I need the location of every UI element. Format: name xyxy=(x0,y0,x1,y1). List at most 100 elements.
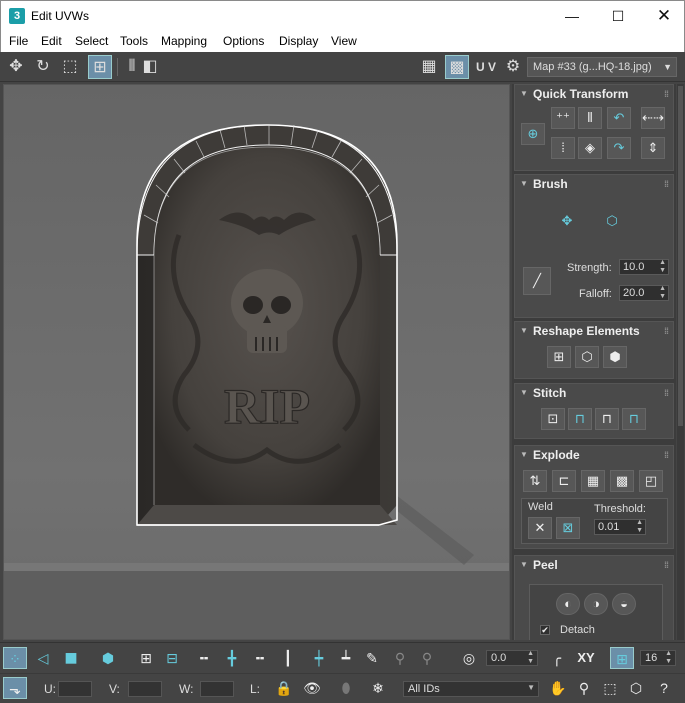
stitch-to-target-icon[interactable]: ⊓ xyxy=(568,408,592,430)
lock-icon[interactable]: 🔒 xyxy=(272,677,296,699)
relax-until-flat-icon[interactable]: ⬡ xyxy=(575,346,599,368)
pivot-icon[interactable]: ⊕ xyxy=(521,123,545,145)
grip-icon[interactable]: ⁞⁞ xyxy=(664,175,669,193)
rotate-angle-icon[interactable]: ◎ xyxy=(457,647,481,669)
soft-selection-icon[interactable]: ╭ xyxy=(545,647,569,669)
grow-loop-icon[interactable]: ╋ xyxy=(220,647,244,669)
freeze-icon[interactable]: ❄ xyxy=(366,677,390,699)
menu-options[interactable]: Options xyxy=(223,34,264,48)
rollout-header[interactable]: Peel ⁞⁞ xyxy=(515,556,673,574)
unhide-icon[interactable]: ⬮ xyxy=(334,677,358,699)
map-selector[interactable]: Map #33 (g...HQ-18.jpg) ▼ xyxy=(527,57,677,77)
menu-display[interactable]: Display xyxy=(279,34,318,48)
menu-select[interactable]: Select xyxy=(75,34,108,48)
flatten-by-smoothing-icon[interactable]: ▩ xyxy=(610,470,634,492)
material-id-select[interactable]: All IDs ▼ xyxy=(403,681,539,697)
spinner-arrows-icon[interactable]: ▲ ▼ xyxy=(659,285,666,301)
strength-spinner[interactable]: 10.0 ▲ ▼ xyxy=(619,259,669,275)
move-icon[interactable]: ✥ xyxy=(4,55,28,79)
rotation-angle-field[interactable]: 0.0 ▲ ▼ xyxy=(486,650,538,666)
grow-selection-icon[interactable]: ⊞ xyxy=(134,647,158,669)
peel-mode-icon[interactable]: ◑ xyxy=(584,593,608,615)
rollout-header[interactable]: Brush ⁞⁞ xyxy=(515,175,673,193)
scale-icon[interactable]: ⬚ xyxy=(58,55,82,79)
uv-editor-viewport[interactable]: RIP xyxy=(3,84,510,640)
minimize-button[interactable]: — xyxy=(549,1,595,31)
grip-icon[interactable]: ⁞⁞ xyxy=(664,384,669,402)
align-horizontal-icon[interactable]: ⁺⁺ xyxy=(551,107,575,129)
panel-scrollbar[interactable] xyxy=(677,84,684,640)
ring-icon[interactable]: ┃ xyxy=(276,647,300,669)
scrollbar-thumb[interactable] xyxy=(678,86,683,426)
rollout-header[interactable]: Explode ⁞⁞ xyxy=(515,446,673,464)
zoom-region-icon[interactable]: ⬚ xyxy=(598,677,622,699)
break-icon[interactable]: ⇅ xyxy=(523,470,547,492)
grid-snap-icon[interactable]: ⊞ xyxy=(610,647,634,669)
absolute-offset-toggle-icon[interactable]: ⬎ xyxy=(3,677,27,699)
grip-icon[interactable]: ⁞⁞ xyxy=(664,556,669,574)
stitch-custom-icon[interactable]: ⊡ xyxy=(541,408,565,430)
pan-icon[interactable]: ✋ xyxy=(546,677,570,699)
close-button[interactable]: ✕ xyxy=(641,1,685,31)
v-field[interactable] xyxy=(128,681,162,697)
rotate-ccw-icon[interactable]: ↶ xyxy=(607,107,631,129)
menu-view[interactable]: View xyxy=(331,34,357,48)
falloff-spinner[interactable]: 20.0 ▲ ▼ xyxy=(619,285,669,301)
element-mode-icon[interactable]: ⬢ xyxy=(96,647,120,669)
align-corner-icon[interactable]: ⁞ xyxy=(551,137,575,159)
reset-peel-icon[interactable]: ◒ xyxy=(612,593,636,615)
help-icon[interactable]: ? xyxy=(652,677,676,699)
spinner-arrows-icon[interactable]: ▲ ▼ xyxy=(636,519,643,535)
brush-falloff-icon[interactable]: ╱ xyxy=(523,267,551,295)
hide-icon[interactable]: 👁 xyxy=(300,677,324,699)
threshold-spinner[interactable]: 0.01 ▲ ▼ xyxy=(594,519,646,535)
mirror-vertical-icon[interactable]: ◧ xyxy=(138,55,162,79)
grip-icon[interactable]: ⁞⁞ xyxy=(664,322,669,340)
zoom-icon[interactable]: ⚲ xyxy=(572,677,596,699)
flatten-icon[interactable]: ▦ xyxy=(581,470,605,492)
shrink-selection-icon[interactable]: ⊟ xyxy=(160,647,184,669)
rollout-header[interactable]: Stitch ⁞⁞ xyxy=(515,384,673,402)
checker-pattern-icon[interactable]: ▦ xyxy=(417,55,441,79)
rollout-header[interactable]: Quick Transform ⁞⁞ xyxy=(515,85,673,103)
w-field[interactable] xyxy=(200,681,234,697)
menu-tools[interactable]: Tools xyxy=(120,34,148,48)
edge-mode-icon[interactable]: ◁ xyxy=(31,647,55,669)
relax-brush-icon[interactable]: ⬡ xyxy=(600,211,624,233)
show-map-icon[interactable]: ▩ xyxy=(445,55,469,79)
space-horizontal-icon[interactable]: ⇠⇢ xyxy=(641,107,665,129)
rotate-icon[interactable]: ↻ xyxy=(31,55,55,79)
polygon-mode-icon[interactable]: ■ xyxy=(59,647,83,669)
spinner-arrows-icon[interactable]: ▲ ▼ xyxy=(659,259,666,275)
spinner-arrows-icon[interactable]: ▲ ▼ xyxy=(665,650,672,666)
menu-edit[interactable]: Edit xyxy=(41,34,62,48)
shrink-ring-icon[interactable]: ┷ xyxy=(334,647,358,669)
loop-icon[interactable]: ╍ xyxy=(192,647,216,669)
zoom-extents-icon[interactable]: ⬡ xyxy=(624,677,648,699)
rollout-header[interactable]: Reshape Elements ⁞⁞ xyxy=(515,322,673,340)
flatten-by-material-icon[interactable]: ◰ xyxy=(639,470,663,492)
shrink-loop-icon[interactable]: ╍ xyxy=(248,647,272,669)
menu-mapping[interactable]: Mapping xyxy=(161,34,207,48)
maximize-button[interactable]: ☐ xyxy=(595,1,641,31)
shrink-brush-icon[interactable]: ⚲ xyxy=(415,647,439,669)
u-field[interactable] xyxy=(58,681,92,697)
detach-checkbox[interactable]: ✔ xyxy=(540,625,550,635)
weld-all-icon[interactable]: ⊠ xyxy=(556,517,580,539)
grow-ring-icon[interactable]: ┿ xyxy=(307,647,331,669)
uv-toggle[interactable]: U V xyxy=(472,55,500,79)
paint-move-icon[interactable]: ✥ xyxy=(555,211,579,233)
stitch-average-icon[interactable]: ⊓ xyxy=(595,408,619,430)
enlarge-brush-icon[interactable]: ⚲ xyxy=(388,647,412,669)
stitch-to-source-icon[interactable]: ⊓ xyxy=(622,408,646,430)
straighten-selection-icon[interactable]: ⊞ xyxy=(547,346,571,368)
grip-icon[interactable]: ⁞⁞ xyxy=(664,446,669,464)
quick-peel-icon[interactable]: ◐ xyxy=(556,593,580,615)
align-vertical-icon[interactable]: ⦀ xyxy=(578,107,602,129)
texture-settings-icon[interactable]: ⚙ xyxy=(501,55,525,79)
menu-file[interactable]: File xyxy=(9,34,28,48)
vertex-mode-icon[interactable]: ⁘ xyxy=(3,647,27,669)
relax-icon[interactable]: ⬢ xyxy=(603,346,627,368)
paint-select-icon[interactable]: ✎ xyxy=(360,647,384,669)
spinner-arrows-icon[interactable]: ▲ ▼ xyxy=(527,650,534,666)
